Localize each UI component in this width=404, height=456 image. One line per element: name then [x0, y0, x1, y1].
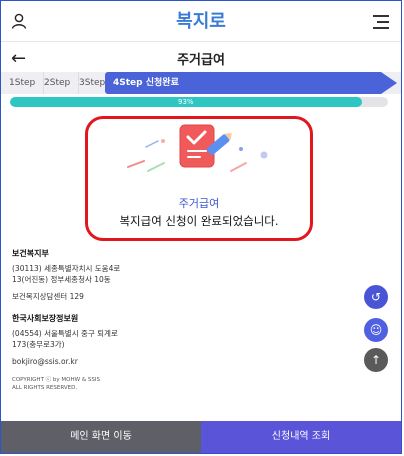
top-bar: 복지로 [1, 1, 401, 41]
progress-fill: 93% [10, 97, 362, 107]
application-history-button[interactable]: 신청내역 조회 [201, 421, 401, 453]
org1-center: 보건복지상담센터 129 [12, 292, 84, 301]
org1-address-line1: (30113) 세종특별자치시 도움4로 [12, 264, 121, 273]
copyright-line1: COPYRIGHT ⓒ by MOHW & SSIS [12, 377, 100, 383]
logo[interactable]: 복지로 [1, 7, 401, 33]
step-indicator: 1Step 2Step 3Step 4Step 신청완료 [1, 72, 401, 94]
completion-illustration [127, 124, 268, 172]
org2-address-line1: (04554) 서울특별시 중구 퇴계로 [12, 329, 118, 338]
page-title: 주거급여 [177, 53, 225, 68]
main-screen-button[interactable]: 메인 화면 이동 [1, 421, 201, 453]
completion-card: 주거급여 복지급여 신청이 완료되었습니다. [85, 116, 313, 241]
title-bar: ← 주거급여 [1, 41, 401, 75]
hamburger-menu-icon[interactable] [373, 15, 389, 29]
chatbot-icon[interactable]: ☺ [364, 318, 388, 342]
org2-address-line2: 173(충무로3가) [12, 340, 65, 349]
history-icon[interactable]: ↺ [364, 285, 388, 309]
completion-message: 복지급여 신청이 완료되었습니다. [119, 214, 279, 228]
org1-address-line2: 13(어진동) 정부세종청사 10동 [12, 275, 111, 284]
bottom-bar: 메인 화면 이동 신청내역 조회 [1, 421, 401, 453]
org1-name: 보건복지부 [12, 249, 49, 258]
completion-benefit-name: 주거급여 [178, 197, 220, 210]
progress-bar: 93% [10, 97, 388, 107]
step-4-current: 4Step 신청완료 [105, 72, 397, 94]
email[interactable]: bokjiro@ssis.or.kr [12, 356, 78, 367]
scroll-top-icon[interactable]: ↑ [364, 348, 388, 372]
org2-name: 한국사회보장정보원 [12, 314, 79, 323]
copyright-line2: ALL RIGHTS RESERVED. [12, 385, 78, 391]
